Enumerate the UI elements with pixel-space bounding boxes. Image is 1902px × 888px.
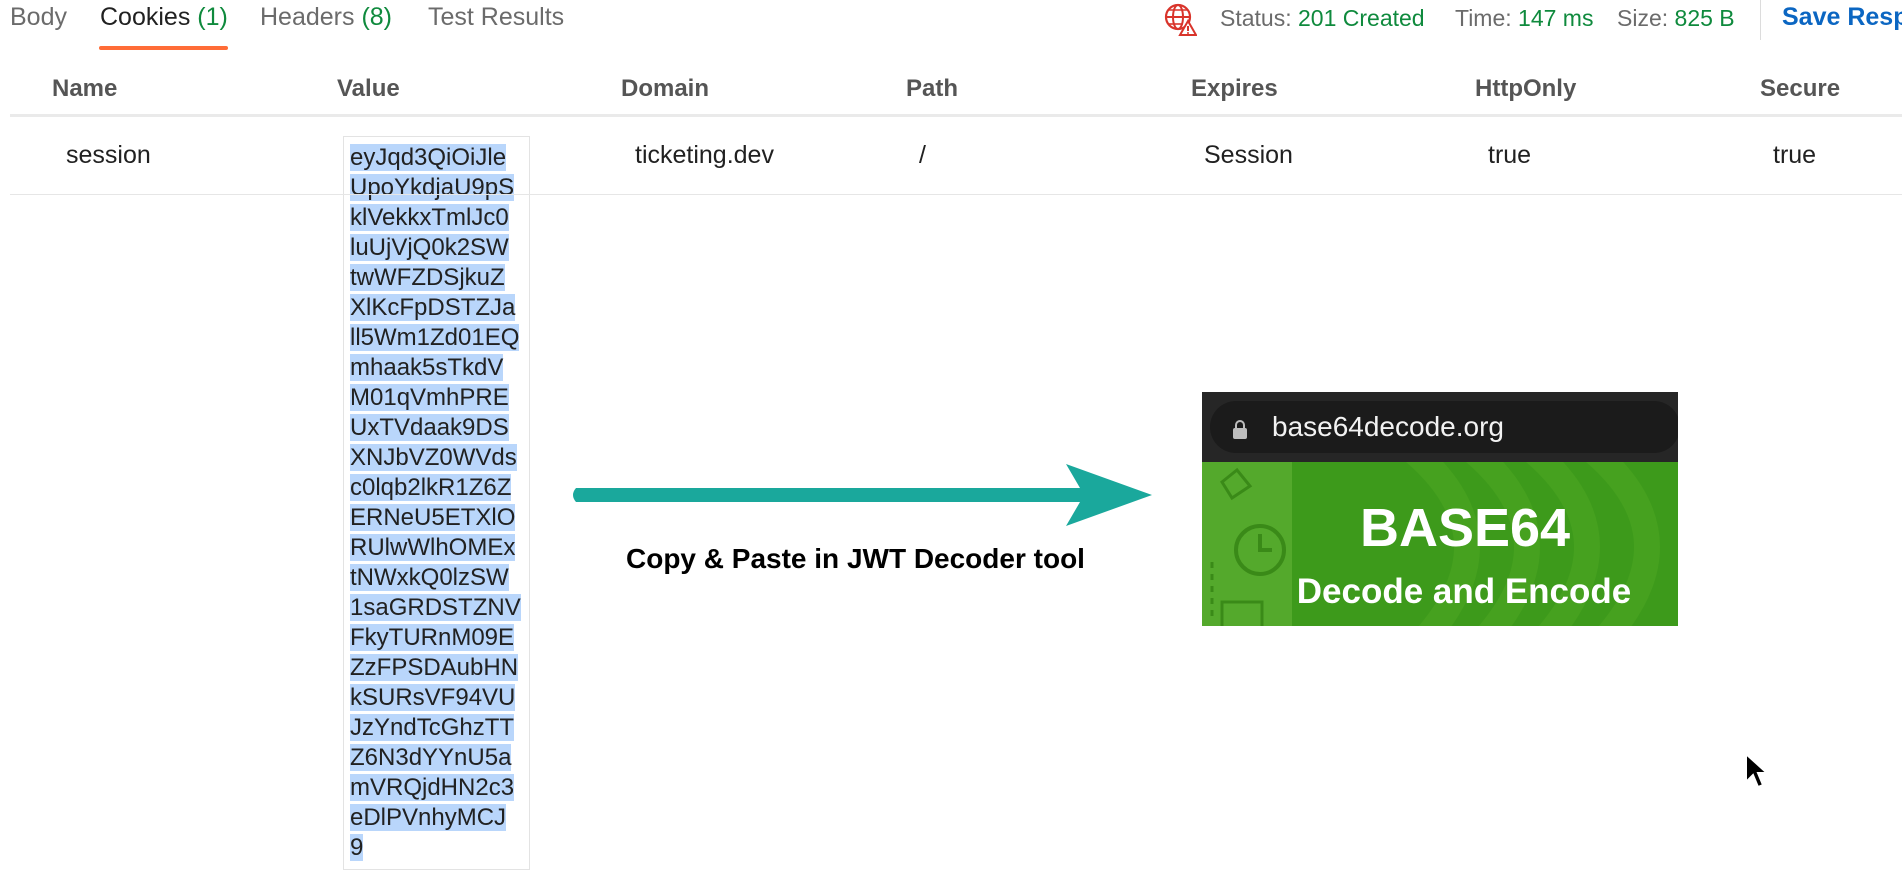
column-header-domain: Domain (621, 75, 710, 102)
selected-text: ERNeU5ETXlO (350, 504, 516, 531)
table-row-divider (10, 194, 1902, 195)
selected-text: mhaak5sTkdV (350, 354, 504, 381)
selected-text: UxTVdaak9DS (350, 414, 509, 441)
size-readout: Size: 825 B (1617, 5, 1735, 32)
selected-text: FkyTURnM09E (350, 624, 515, 651)
cookie-value-line: XlKcFpDSTZJa (350, 293, 522, 323)
status-readout: Status: 201 Created (1220, 5, 1425, 32)
selected-text: mVRQjdHN2c3 (350, 774, 515, 801)
cookie-value-line: RUlwWlhOMEx (350, 533, 522, 563)
cookie-value-line: M01qVmhPRE (350, 383, 522, 413)
cookie-value-line: UpoYkdjaU9pS (350, 173, 522, 203)
mouse-pointer-icon (1745, 752, 1768, 789)
cookie-value-line: luUjVjQ0k2SW (350, 233, 522, 263)
active-tab-indicator (99, 46, 228, 50)
tab-headers-count: (8) (361, 3, 393, 31)
cookie-value-line: Z6N3dYYnU5a (350, 743, 522, 773)
cookie-secure-cell[interactable]: true (1773, 141, 1816, 170)
tab-cookies-count: (1) (197, 3, 228, 31)
selected-text: 1saGRDSTZNV (350, 594, 521, 621)
size-label: Size: (1617, 5, 1669, 31)
toolbar-divider (1760, 0, 1761, 40)
tab-test-results-label: Test Results (428, 3, 565, 31)
cookie-value-line: ERNeU5ETXlO (350, 503, 522, 533)
tab-body[interactable]: Body (10, 3, 67, 32)
column-header-expires: Expires (1191, 75, 1278, 102)
selected-text: JzYndTcGhzTT (350, 714, 515, 741)
right-arrow-icon (573, 464, 1152, 526)
selected-text: Z6N3dYYnU5a (350, 744, 512, 771)
browser-address-bar: base64decode.org (1202, 392, 1678, 462)
cookie-httponly-cell[interactable]: true (1488, 141, 1531, 170)
column-header-name: Name (52, 75, 118, 102)
cookie-value-line: JzYndTcGhzTT (350, 713, 522, 743)
cookie-value-line: kSURsVF94VU (350, 683, 522, 713)
time-readout: Time: 147 ms (1455, 5, 1593, 32)
column-header-httponly: HttpOnly (1475, 75, 1577, 102)
cookie-value-line: UxTVdaak9DS (350, 413, 522, 443)
cookie-value-line: mhaak5sTkdV (350, 353, 522, 383)
cookie-value-line: eDlPVnhyMCJ (350, 803, 522, 833)
cookie-value-line: c0lqb2lkR1Z6Z (350, 473, 522, 503)
lock-icon (1233, 420, 1247, 439)
selected-text: klVekkxTmlJc0 (350, 204, 509, 231)
column-header-path: Path (906, 75, 959, 102)
site-banner: BASE64 Decode and Encode (1202, 462, 1678, 626)
size-value: 825 B (1674, 5, 1735, 31)
cookie-value-line: twWFZDSjkuZ (350, 263, 522, 293)
column-header-value: Value (337, 75, 400, 102)
status-value: 201 Created (1298, 5, 1425, 31)
cookie-value-line: ZzFPSDAubHN (350, 653, 522, 683)
cookie-value-line: XNJbVZ0WVds (350, 443, 522, 473)
cookie-value-line: FkyTURnM09E (350, 623, 522, 653)
base64decode-site-preview: base64decode.org BASE64 Decode and Encod… (1202, 392, 1678, 626)
cookie-value-cell[interactable]: eyJqd3QiOiJle UpoYkdjaU9pS klVekkxTmlJc0 lu… (343, 136, 530, 870)
selected-text: luUjVjQ0k2SW (350, 234, 509, 261)
selected-text: eyJqd3QiOiJle (350, 144, 507, 171)
cookie-value-line: tNWxkQ0lzSW (350, 563, 522, 593)
tab-headers[interactable]: Headers (8) (260, 3, 392, 32)
cookie-value-line: ll5Wm1Zd01EQ (350, 323, 522, 353)
tab-body-label: Body (10, 3, 67, 31)
cookie-domain-cell[interactable]: ticketing.dev (635, 141, 774, 170)
cookie-value-line: mVRQjdHN2c3 (350, 773, 522, 803)
cookie-value-line: eyJqd3QiOiJle (350, 143, 522, 173)
table-header-divider (10, 114, 1902, 117)
site-subtitle: Decode and Encode (1296, 572, 1632, 611)
column-header-secure: Secure (1760, 75, 1841, 102)
tab-cookies-label: Cookies (100, 3, 191, 31)
cookie-value-line: 1saGRDSTZNV (350, 593, 522, 623)
selected-text: M01qVmhPRE (350, 384, 509, 411)
selected-text: ZzFPSDAubHN (350, 654, 519, 681)
time-label: Time: (1455, 5, 1512, 31)
cookie-name-cell[interactable]: session (66, 141, 151, 170)
status-label: Status: (1220, 5, 1292, 31)
network-globe-warning-icon[interactable] (1163, 2, 1197, 36)
selected-text: RUlwWlhOMEx (350, 534, 516, 561)
annotation-caption: Copy & Paste in JWT Decoder tool (626, 543, 1085, 574)
selected-text: c0lqb2lkR1Z6Z (350, 474, 512, 501)
site-title: BASE64 (1359, 498, 1571, 558)
cookie-expires-cell[interactable]: Session (1204, 141, 1293, 170)
selected-text: UpoYkdjaU9pS (350, 174, 515, 201)
selected-text: tNWxkQ0lzSW (350, 564, 509, 591)
selected-text: eDlPVnhyMCJ (350, 804, 507, 831)
selected-text: ll5Wm1Zd01EQ (350, 324, 520, 351)
site-url: base64decode.org (1272, 411, 1504, 442)
time-value: 147 ms (1518, 5, 1594, 31)
tab-test-results[interactable]: Test Results (428, 3, 564, 32)
cookie-value-line: klVekkxTmlJc0 (350, 203, 522, 233)
cookie-path-cell[interactable]: / (919, 141, 926, 170)
tab-cookies[interactable]: Cookies (1) (100, 3, 228, 32)
selected-text: kSURsVF94VU (350, 684, 516, 711)
selected-text: XNJbVZ0WVds (350, 444, 517, 471)
cookie-value-line: 9 (350, 833, 522, 863)
tab-headers-label: Headers (260, 3, 355, 31)
selected-text: twWFZDSjkuZ (350, 264, 505, 291)
selected-text: 9 (350, 834, 364, 861)
cookie-value-text[interactable]: eyJqd3QiOiJle UpoYkdjaU9pS klVekkxTmlJc0 lu… (350, 143, 522, 863)
save-response-button[interactable]: Save Resp (1782, 3, 1902, 32)
selected-text: XlKcFpDSTZJa (350, 294, 516, 321)
